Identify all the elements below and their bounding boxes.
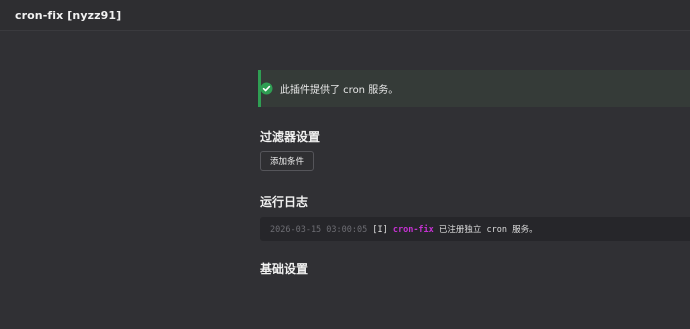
log-entry: 2026-03-15 03:00:05 [I] cron-fix 已注册独立 c… — [270, 223, 538, 235]
add-condition-button[interactable]: 添加条件 — [260, 151, 315, 171]
log-plugin-name: cron-fix — [392, 225, 434, 235]
log-output: 2026-03-15 03:00:05 [I] cron-fix 已注册独立 c… — [260, 217, 690, 241]
plugin-config-page: cron-fix [nyzz91] 此插件提供了 cron 服务。 过滤器设置 … — [0, 0, 690, 329]
notice-text: 此插件提供了 cron 服务。 — [280, 85, 399, 96]
log-level: [I] — [372, 225, 388, 235]
filter-settings-title: 过滤器设置 — [260, 130, 321, 144]
check-circle-icon — [260, 82, 273, 95]
log-message: 已注册独立 cron 服务。 — [438, 225, 538, 235]
window-title: cron-fix [nyzz91] — [15, 9, 122, 22]
basic-settings-title: 基础设置 — [260, 262, 309, 276]
log-timestamp: 2026-03-15 03:00:05 — [270, 225, 368, 235]
info-notice: 此插件提供了 cron 服务。 — [258, 70, 690, 107]
main-content: 此插件提供了 cron 服务。 过滤器设置 添加条件 运行日志 2026-03-… — [258, 0, 690, 329]
run-log-title: 运行日志 — [260, 195, 309, 209]
